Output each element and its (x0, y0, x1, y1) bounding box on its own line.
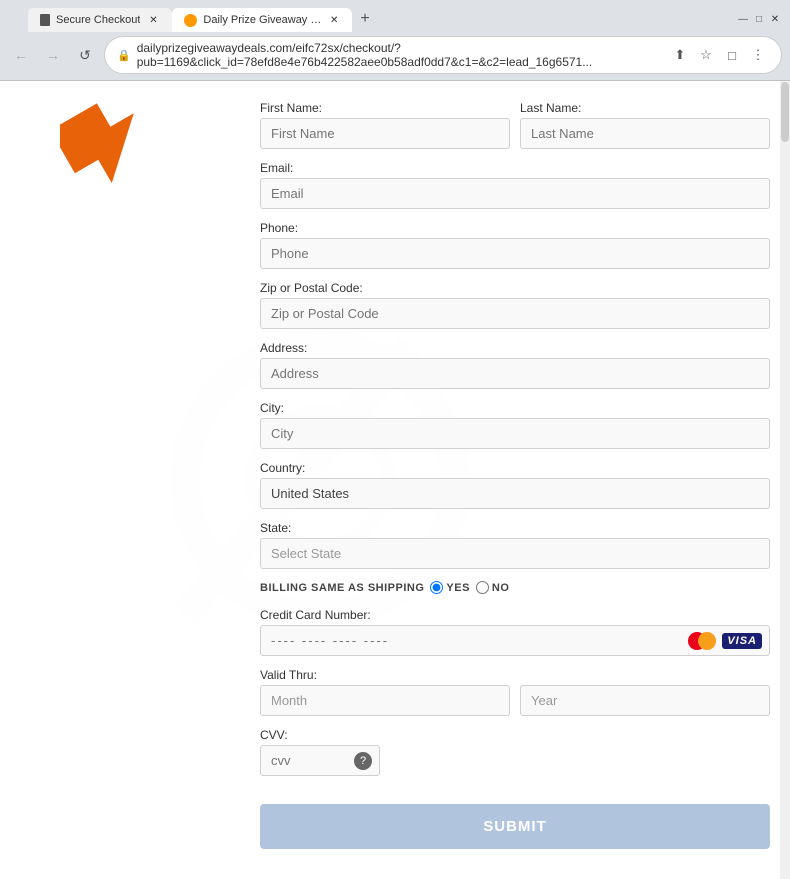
billing-yes-radio[interactable] (430, 581, 443, 594)
state-field-row: State: Select State Alabama Alaska Arizo… (260, 521, 770, 569)
address-label: Address: (260, 341, 770, 355)
menu-icon[interactable]: ⋮ (747, 44, 769, 66)
email-input[interactable] (260, 178, 770, 209)
name-row: First Name: Last Name: (260, 101, 770, 161)
bookmark-icon[interactable]: ☆ (695, 44, 717, 66)
email-field-row: Email: (260, 161, 770, 209)
first-name-input[interactable] (260, 118, 510, 149)
title-bar: Secure Checkout ✕ Daily Prize Giveaway D… (0, 0, 790, 32)
maximize-button[interactable]: □ (752, 12, 766, 26)
first-name-field-row: First Name: (260, 101, 510, 149)
address-input[interactable] (260, 358, 770, 389)
city-input[interactable] (260, 418, 770, 449)
year-select[interactable]: Year 2024 2025 2026 2027 2028 (520, 685, 770, 716)
share-icon[interactable]: ⬆ (669, 44, 691, 66)
security-lock-icon: 🔒 (117, 49, 131, 62)
billing-same-row: BILLING SAME AS SHIPPING YES NO (260, 581, 770, 594)
valid-thru-label: Valid Thru: (260, 668, 770, 682)
billing-no-text: NO (492, 582, 510, 594)
new-tab-button[interactable]: + (352, 6, 377, 32)
address-bar-row: ← → ↺ 🔒 dailyprizegiveawaydeals.com/eifc… (0, 32, 790, 80)
phone-label: Phone: (260, 221, 770, 235)
first-name-label: First Name: (260, 101, 510, 115)
visa-icon: VISA (722, 633, 762, 649)
cvv-field-row: CVV: ? (260, 728, 770, 776)
browser-chrome: Secure Checkout ✕ Daily Prize Giveaway D… (0, 0, 790, 81)
email-label: Email: (260, 161, 770, 175)
cc-input-wrapper: VISA (260, 625, 770, 656)
billing-yes-label[interactable]: YES (430, 581, 470, 594)
cc-field-row: Credit Card Number: VISA (260, 608, 770, 656)
billing-label: BILLING SAME AS SHIPPING (260, 582, 424, 594)
cc-label: Credit Card Number: (260, 608, 770, 622)
state-select[interactable]: Select State Alabama Alaska Arizona Cali… (260, 538, 770, 569)
last-name-field-row: Last Name: (520, 101, 770, 149)
year-field-row: Year 2024 2025 2026 2027 2028 (520, 685, 770, 716)
month-select[interactable]: Month 01 02 03 04 05 06 07 08 09 10 11 1… (260, 685, 510, 716)
cc-icons: VISA (686, 631, 762, 651)
valid-thru-row: Valid Thru: Month 01 02 03 04 05 06 07 0… (260, 668, 770, 716)
tab-favicon-1 (40, 14, 50, 26)
tab-close-2[interactable]: ✕ (328, 13, 340, 27)
phone-input[interactable] (260, 238, 770, 269)
close-button[interactable]: ✕ (768, 12, 782, 26)
reload-button[interactable]: ↺ (72, 42, 98, 68)
tab-daily-prize[interactable]: Daily Prize Giveaway Deals ✕ (172, 8, 352, 32)
mc-yellow-circle (698, 632, 716, 650)
zip-field-row: Zip or Postal Code: (260, 281, 770, 329)
city-field-row: City: (260, 401, 770, 449)
minimize-button[interactable]: — (736, 12, 750, 26)
cvv-help-icon[interactable]: ? (354, 752, 372, 770)
back-button[interactable]: ← (8, 42, 34, 68)
cvv-label: CVV: (260, 728, 770, 742)
tab-favicon-2 (184, 14, 197, 27)
valid-thru-inputs: Month 01 02 03 04 05 06 07 08 09 10 11 1… (260, 685, 770, 716)
url-text: dailyprizegiveawaydeals.com/eifc72sx/che… (137, 41, 663, 69)
tab-label-2: Daily Prize Giveaway Deals (203, 14, 322, 26)
country-label: Country: (260, 461, 770, 475)
address-field-row: Address: (260, 341, 770, 389)
forward-button[interactable]: → (40, 42, 66, 68)
billing-no-radio[interactable] (476, 581, 489, 594)
extension-icon[interactable]: □ (721, 44, 743, 66)
last-name-label: Last Name: (520, 101, 770, 115)
address-icons: ⬆ ☆ □ ⋮ (669, 44, 769, 66)
zip-label: Zip or Postal Code: (260, 281, 770, 295)
month-field-row: Month 01 02 03 04 05 06 07 08 09 10 11 1… (260, 685, 510, 716)
billing-no-label[interactable]: NO (476, 581, 510, 594)
page-content: First Name: Last Name: Email: Phone: Zip… (0, 81, 790, 879)
city-label: City: (260, 401, 770, 415)
address-bar[interactable]: 🔒 dailyprizegiveawaydeals.com/eifc72sx/c… (104, 36, 782, 74)
cvv-input-wrap: ? (260, 745, 380, 776)
mastercard-icon (686, 631, 718, 651)
last-name-input[interactable] (520, 118, 770, 149)
tab-secure-checkout[interactable]: Secure Checkout ✕ (28, 8, 172, 32)
state-label: State: (260, 521, 770, 535)
submit-button[interactable]: SUBMIT (260, 804, 770, 849)
phone-field-row: Phone: (260, 221, 770, 269)
form-area: First Name: Last Name: Email: Phone: Zip… (0, 81, 790, 879)
tab-close-1[interactable]: ✕ (146, 13, 160, 27)
cvv-row: ? (260, 745, 770, 776)
tab-label-1: Secure Checkout (56, 14, 140, 26)
country-field-row: Country: United States (260, 461, 770, 509)
country-select[interactable]: United States (260, 478, 770, 509)
billing-yes-text: YES (446, 582, 470, 594)
zip-input[interactable] (260, 298, 770, 329)
